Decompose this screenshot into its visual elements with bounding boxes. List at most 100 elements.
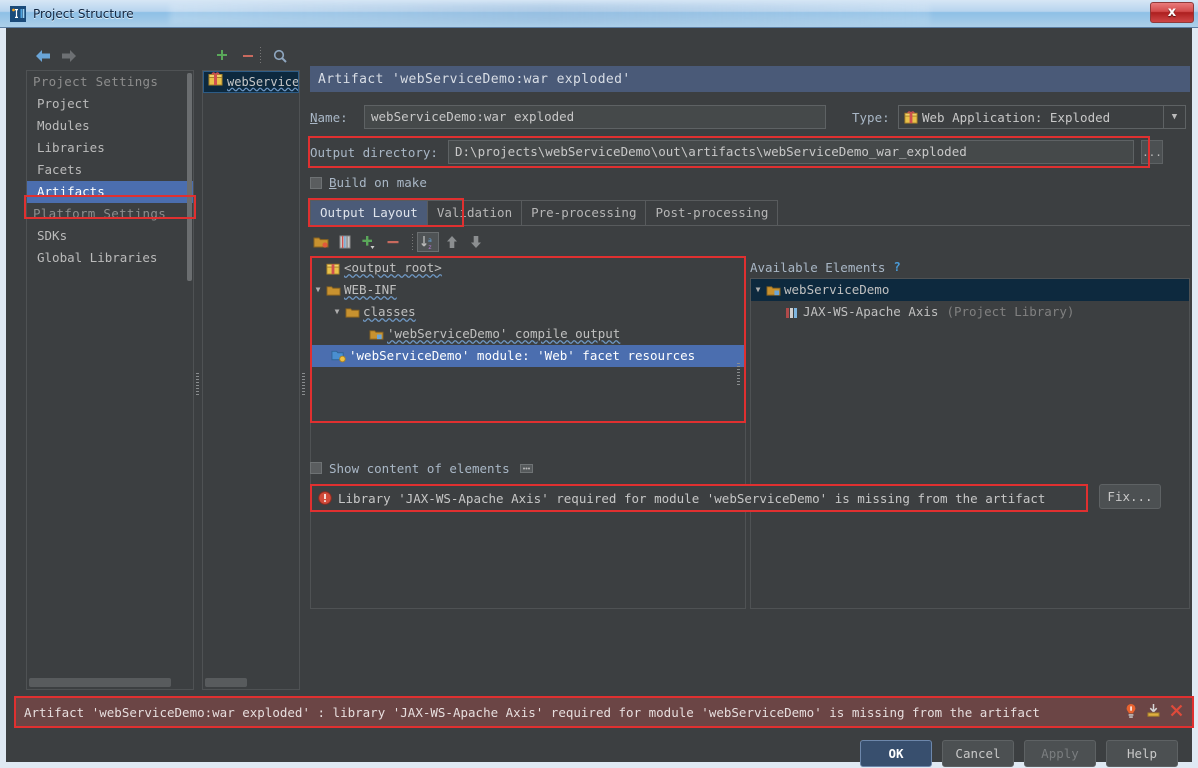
sidebar-splitter[interactable] xyxy=(196,373,199,397)
artifact-list-splitter[interactable] xyxy=(302,373,305,397)
artifact-list-item-label: webServiceDemo xyxy=(227,71,299,93)
plus-dropdown-icon[interactable] xyxy=(358,232,380,252)
close-icon[interactable]: x xyxy=(1150,2,1194,23)
tree-node[interactable]: ▼ webServiceDemo xyxy=(751,279,1189,301)
sidebar-item-modules[interactable]: Modules xyxy=(27,115,193,137)
arrow-right-icon xyxy=(58,45,80,67)
build-on-make-label: Build on make xyxy=(329,175,427,190)
name-field[interactable]: webServiceDemo:war exploded xyxy=(364,105,826,129)
folder-icon xyxy=(325,284,341,297)
sidebar-item-libraries[interactable]: Libraries xyxy=(27,137,193,159)
arrow-down-icon[interactable] xyxy=(465,232,487,252)
tab-output-layout[interactable]: Output Layout xyxy=(310,200,428,225)
show-content-checkbox[interactable] xyxy=(310,462,322,474)
artifact-icon xyxy=(208,71,223,93)
nav-toolbar xyxy=(26,42,301,70)
warning-bulb-icon[interactable] xyxy=(1124,703,1138,722)
ok-button[interactable]: OK xyxy=(860,740,932,767)
name-label: Name: xyxy=(310,110,364,125)
help-button[interactable]: Help xyxy=(1106,740,1178,767)
artifact-error-text: Library 'JAX-WS-Apache Axis' required fo… xyxy=(338,491,1045,506)
window-title-bar: Project Structure x xyxy=(0,0,1198,28)
arrow-left-icon[interactable] xyxy=(32,45,54,67)
show-content-label: Show content of elements xyxy=(329,461,510,476)
tree-node[interactable]: 'webServiceDemo' module: 'Web' facet res… xyxy=(311,345,745,367)
tree-node-label: 'webServiceDemo' compile output xyxy=(387,323,620,345)
output-layout-toolbar: a z xyxy=(310,230,1190,254)
intellij-icon xyxy=(10,6,26,22)
chevron-down-icon[interactable]: ▼ xyxy=(1163,106,1185,128)
tree-node[interactable]: <output root> xyxy=(311,257,745,279)
tree-node[interactable]: 'webServiceDemo' compile output xyxy=(311,323,745,345)
artifact-editor: Artifact 'webServiceDemo:war exploded' N… xyxy=(310,66,1190,690)
available-elements-title: Available Elements xyxy=(750,260,885,275)
list-item[interactable]: webServiceDemo xyxy=(203,71,299,93)
available-elements-panel: Available Elements ? ▼ webServiceDemo xyxy=(750,256,1190,609)
error-icon xyxy=(318,491,332,505)
new-folder-icon[interactable] xyxy=(310,232,332,252)
available-elements-tree[interactable]: ▼ webServiceDemo xyxy=(750,278,1190,609)
artifact-error-message: Library 'JAX-WS-Apache Axis' required fo… xyxy=(310,484,1088,512)
arrow-up-icon[interactable] xyxy=(441,232,463,252)
folder-icon xyxy=(344,306,360,319)
tab-validation[interactable]: Validation xyxy=(427,200,522,225)
minus-icon[interactable] xyxy=(237,45,259,67)
tabs-underline xyxy=(310,225,1190,226)
tab-post-processing[interactable]: Post-processing xyxy=(645,200,778,225)
tab-pre-processing[interactable]: Pre-processing xyxy=(521,200,646,225)
tree-node[interactable]: ▼ classes xyxy=(311,301,745,323)
project-structure-dialog: Project Settings Project Modules Librari… xyxy=(0,28,1198,768)
tree-twisty[interactable]: ▼ xyxy=(311,279,325,301)
sidebar-vertical-scrollbar[interactable] xyxy=(187,73,192,281)
tree-twisty[interactable]: ▼ xyxy=(751,279,765,301)
output-directory-field[interactable]: D:\projects\webServiceDemo\out\artifacts… xyxy=(448,140,1134,164)
archive-icon[interactable] xyxy=(334,232,356,252)
settings-sidebar[interactable]: Project Settings Project Modules Librari… xyxy=(26,70,194,690)
tree-splitter[interactable] xyxy=(737,363,740,387)
tree-twisty[interactable]: ▼ xyxy=(330,301,344,323)
dialog-button-bar: OK Cancel Apply Help xyxy=(860,740,1178,767)
library-icon xyxy=(784,306,800,319)
sidebar-item-sdks[interactable]: SDKs xyxy=(27,225,193,247)
tree-node[interactable]: JAX-WS-Apache Axis (Project Library) xyxy=(751,301,1189,323)
artifact-output-icon xyxy=(325,261,341,275)
sidebar-group-platform-settings: Platform Settings SDKs Global Libraries xyxy=(27,203,193,269)
sidebar-item-project[interactable]: Project xyxy=(27,93,193,115)
artifact-list[interactable]: webServiceDemo xyxy=(202,70,300,690)
tree-node-label: JAX-WS-Apache Axis xyxy=(803,301,938,323)
tree-node-label: WEB-INF xyxy=(344,279,397,301)
output-directory-label: Output directory: xyxy=(310,145,448,160)
sidebar-item-global-libraries[interactable]: Global Libraries xyxy=(27,247,193,269)
download-icon[interactable] xyxy=(1146,703,1161,721)
artifact-tabs: Output Layout Validation Pre-processing … xyxy=(310,200,1190,225)
status-bar: Artifact 'webServiceDemo:war exploded' :… xyxy=(14,696,1194,728)
question-mark-icon[interactable]: ? xyxy=(893,260,900,274)
toolbar-separator xyxy=(412,234,413,250)
sidebar-item-artifacts[interactable]: Artifacts xyxy=(27,181,193,203)
type-label: Type: xyxy=(852,110,898,125)
fix-button[interactable]: Fix... xyxy=(1099,484,1161,509)
status-bar-message: Artifact 'webServiceDemo:war exploded' :… xyxy=(24,705,1040,720)
sidebar-horizontal-scrollbar[interactable] xyxy=(29,678,171,687)
minus-icon[interactable] xyxy=(382,232,404,252)
sidebar-group-header: Project Settings xyxy=(27,71,193,93)
cancel-button[interactable]: Cancel xyxy=(942,740,1014,767)
close-icon[interactable] xyxy=(1169,703,1184,721)
search-icon[interactable] xyxy=(269,45,291,67)
sidebar-item-facets[interactable]: Facets xyxy=(27,159,193,181)
apply-button: Apply xyxy=(1024,740,1096,767)
browse-output-directory-button[interactable]: ... xyxy=(1141,140,1163,164)
type-dropdown[interactable]: Web Application: Exploded ▼ xyxy=(898,105,1186,129)
titlebar-glow xyxy=(170,4,930,24)
plus-icon[interactable] xyxy=(211,45,233,67)
artifact-list-horizontal-scrollbar[interactable] xyxy=(205,678,247,687)
artifact-footer: Show content of elements xyxy=(310,457,1190,512)
tree-node-label: 'webServiceDemo' module: 'Web' facet res… xyxy=(349,345,695,367)
module-icon xyxy=(765,284,781,297)
tree-node[interactable]: ▼ WEB-INF xyxy=(311,279,745,301)
output-layout-tree[interactable]: <output root> ▼ WEB-INF ▼ classes xyxy=(310,256,746,609)
sidebar-group-header: Platform Settings xyxy=(27,203,193,225)
build-on-make-checkbox[interactable] xyxy=(310,177,322,189)
settings-dots-icon[interactable] xyxy=(520,463,533,474)
sort-alphabetical-icon[interactable]: a z xyxy=(417,232,439,252)
